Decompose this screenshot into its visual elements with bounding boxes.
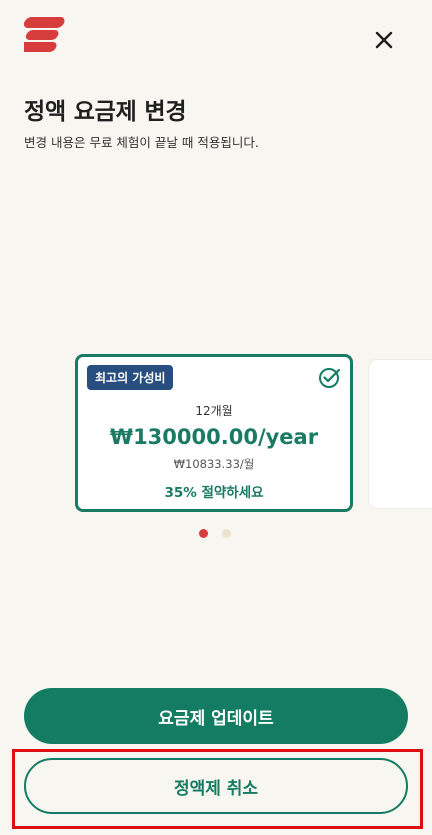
- carousel-pagination: [199, 529, 231, 538]
- cancel-subscription-button[interactable]: 정액제 취소: [24, 758, 408, 814]
- plan-price: ₩130000.00/year: [109, 425, 319, 449]
- plan-card-next[interactable]: [369, 360, 432, 508]
- update-plan-button[interactable]: 요금제 업데이트: [24, 688, 408, 744]
- plan-card-12-months[interactable]: 최고의 가성비 12개월 ₩130000.00/year ₩10833.33/월…: [75, 354, 353, 512]
- page-title: 정액 요금제 변경: [24, 99, 187, 125]
- expressvpn-logo-icon: [13, 17, 70, 53]
- close-button[interactable]: [374, 30, 394, 50]
- pagination-dot-2[interactable]: [222, 529, 231, 538]
- plan-duration: 12개월: [195, 404, 233, 418]
- best-value-badge: 최고의 가성비: [87, 365, 174, 390]
- check-circle-icon: [318, 365, 342, 389]
- pagination-dot-1[interactable]: [199, 529, 208, 538]
- page-subtitle: 변경 내용은 무료 체험이 끝날 때 적용됩니다.: [24, 135, 259, 150]
- close-icon: [374, 31, 394, 53]
- monthly-price: ₩10833.33/월: [173, 457, 255, 471]
- savings-text: 35% 절약하세요: [164, 485, 264, 501]
